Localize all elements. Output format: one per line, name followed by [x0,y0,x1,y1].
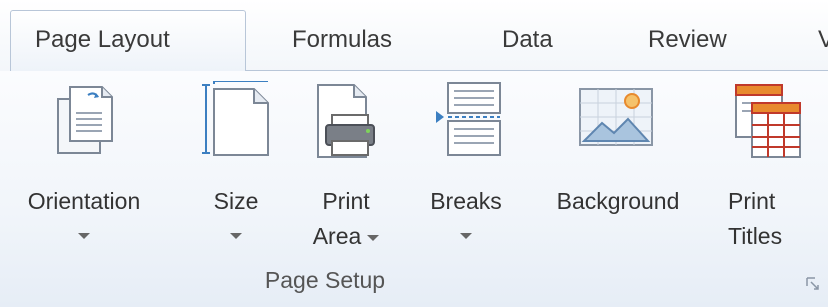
background-icon [576,81,656,161]
chevron-down-icon [78,233,90,239]
group-label-page-setup: Page Setup [264,267,386,293]
tab-formulas[interactable]: Formulas [292,26,392,54]
size-label: Size [213,188,259,214]
size-button[interactable]: Size [196,78,276,266]
size-icon [196,78,276,161]
print-titles-icon [728,81,808,161]
breaks-icon [426,81,506,161]
tab-label: Review [648,26,727,53]
print-titles-button[interactable]: Print Titles [722,81,822,266]
print-area-label-line2: Area [296,221,396,251]
orientation-label: Orientation [27,188,141,214]
tab-label: V [818,26,828,53]
tab-label: Page Layout [35,26,170,53]
breaks-button[interactable]: Breaks [416,81,516,266]
tab-view[interactable]: V [818,26,828,54]
chevron-down-icon [460,233,472,239]
tab-data[interactable]: Data [502,26,553,54]
print-area-icon [308,81,388,161]
breaks-label: Breaks [430,188,502,214]
print-area-label-line1: Print [322,188,370,214]
chevron-down-icon [367,234,380,241]
ribbon-tab-strip: Page Layout Formulas Data Review V [0,0,828,71]
tab-review[interactable]: Review [648,26,727,54]
tab-label: Formulas [292,26,393,53]
dialog-launcher-icon[interactable] [806,277,820,291]
background-label: Background [556,188,680,214]
ribbon-group-page-setup: Orientation Size Print Area Breaks Backg… [0,71,828,307]
tab-page-layout[interactable]: Page Layout [10,10,246,71]
print-titles-label-line2: Titles [728,223,783,249]
background-button[interactable]: Background [528,81,708,266]
print-titles-label-line1: Print [728,188,776,214]
excel-ribbon: Page Layout Formulas Data Review V Orien… [0,0,828,307]
print-area-button[interactable]: Print Area [296,81,396,266]
tab-label: Data [502,26,553,53]
chevron-down-icon [230,233,242,239]
orientation-button[interactable]: Orientation [0,81,174,266]
orientation-icon [44,81,124,161]
